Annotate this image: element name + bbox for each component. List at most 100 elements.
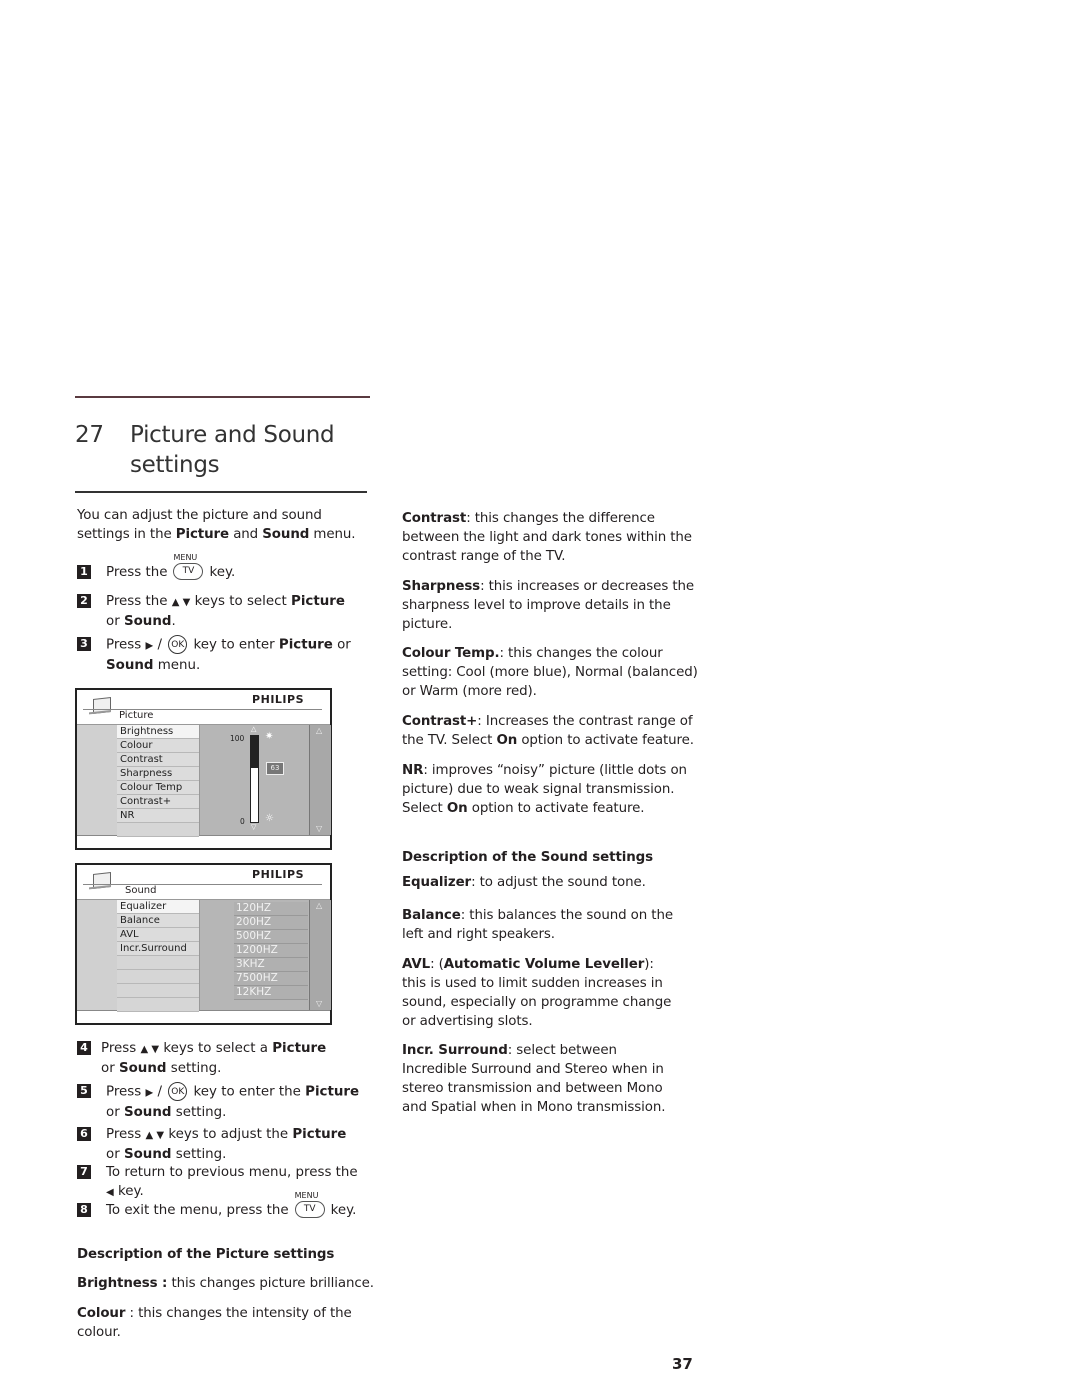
step-number-badge: 6 [77, 1127, 91, 1141]
slider-min-label: 0 [240, 817, 245, 826]
eq-band[interactable]: 3KHZ [234, 958, 308, 972]
intro-bold-sound: Sound [262, 527, 310, 542]
step-text: Press [106, 1127, 142, 1142]
step-text: or [106, 614, 124, 629]
chapter-title: Picture and Sound settings [130, 422, 335, 478]
desc-incr-surround: Incr. Surround: select between Incredibl… [402, 1041, 672, 1117]
heading-text: Description of the Picture settings [77, 1247, 335, 1262]
menu-item-contrast[interactable]: Contrast [117, 753, 199, 767]
menu-item-empty [117, 956, 199, 970]
slider-max-label: 100 [230, 734, 245, 743]
step-text: or [106, 1147, 124, 1162]
definition: option to activate feature. [467, 801, 645, 816]
menu-item-empty [117, 823, 199, 837]
up-down-arrows-icon: ▲ ▼ [140, 1044, 160, 1055]
step-text: or [106, 1104, 124, 1120]
equalizer-pane: 120HZ 200HZ 500HZ 1200HZ 3KHZ 7500HZ 12K… [199, 900, 310, 1010]
term: AVL [402, 957, 431, 972]
step-bold: Sound [123, 1104, 172, 1120]
definition: this changes picture brilliance. [167, 1276, 374, 1291]
right-arrow-icon: ▶ [145, 640, 154, 652]
term: Contrast [402, 511, 467, 526]
term: Colour [77, 1306, 126, 1321]
desc-avl: AVL: (Automatic Volume Leveller): this i… [402, 955, 674, 1031]
term: Incr. Surround [402, 1043, 508, 1058]
step-number-badge: 4 [77, 1041, 91, 1055]
step-text: Press [106, 637, 142, 653]
menu-item-equalizer[interactable]: Equalizer [117, 900, 199, 914]
picture-menu-screen: PHILIPS Picture Brightness Colour Contra… [75, 688, 332, 850]
intro-text: and [229, 527, 263, 542]
menu-item-colour-temp[interactable]: Colour Temp [117, 781, 199, 795]
philips-logo: PHILIPS [252, 868, 304, 881]
scroll-up-icon[interactable]: △ [316, 901, 322, 910]
menu-item-nr[interactable]: NR [117, 809, 199, 823]
sound-desc-heading: Description of the Sound settings [402, 848, 702, 867]
scroll-down-icon[interactable]: ▽ [316, 824, 322, 833]
step-text: key to enter [193, 637, 279, 653]
brightness-slider[interactable] [250, 735, 259, 823]
step-text: menu. [153, 657, 201, 673]
term: Balance [402, 908, 461, 923]
step-text: To exit the menu, press the [106, 1203, 289, 1218]
eq-band[interactable]: 12KHZ [234, 986, 308, 1000]
step-text: setting. [171, 1104, 227, 1120]
up-down-arrows-icon: ▲ ▼ [145, 1130, 165, 1141]
heading-text: Description of the Sound settings [402, 850, 654, 865]
menu-item-colour[interactable]: Colour [117, 739, 199, 753]
step-text: or [101, 1061, 119, 1076]
term: Automatic Volume Leveller [443, 957, 645, 972]
sound-menu-screen: PHILIPS Sound Equalizer Balance AVL Incr… [75, 863, 332, 1025]
term: On [496, 733, 518, 748]
step-text: To return to previous menu, press the [106, 1165, 358, 1180]
slider-down-arrow-icon[interactable]: ▽ [251, 823, 256, 831]
definition: option to activate feature. [517, 733, 694, 748]
menu-item-sharpness[interactable]: Sharpness [117, 767, 199, 781]
step-bold: Picture [305, 1084, 360, 1100]
bottom-rule [75, 491, 367, 493]
intro-paragraph: You can adjust the picture and sound set… [77, 506, 377, 544]
tv-key-label: TV [173, 563, 204, 580]
step-number-badge: 3 [77, 637, 91, 651]
menu-item-balance[interactable]: Balance [117, 914, 199, 928]
slider-remaining [251, 736, 258, 768]
menu-item-avl[interactable]: AVL [117, 928, 199, 942]
menu-item-list: Equalizer Balance AVL Incr.Surround [117, 900, 199, 1012]
menu-body: Equalizer Balance AVL Incr.Surround 120H… [77, 899, 331, 1012]
picture-desc-heading: Description of the Picture settings [77, 1245, 377, 1264]
term: Colour Temp. [402, 646, 500, 661]
desc-equalizer: Equalizer: to adjust the sound tone. [402, 873, 702, 892]
menu-item-incr-surround[interactable]: Incr.Surround [117, 942, 199, 956]
desc-contrast: Contrast: this changes the difference be… [402, 509, 697, 566]
desc-balance: Balance: this balances the sound on the … [402, 906, 697, 944]
scroll-down-icon[interactable]: ▽ [316, 999, 322, 1008]
desc-colour: Colour : this changes the intensity of t… [77, 1304, 362, 1342]
menu-item-brightness[interactable]: Brightness [117, 725, 199, 739]
intro-text: menu. [309, 527, 356, 542]
scrollbar[interactable]: △ ▽ [309, 725, 331, 835]
step-text: Press [106, 1084, 142, 1100]
header-divider [83, 884, 322, 885]
scrollbar[interactable]: △ ▽ [309, 900, 331, 1010]
term: NR [402, 763, 424, 778]
step-bold: Picture [272, 1041, 327, 1056]
eq-band[interactable]: 120HZ [234, 902, 308, 916]
term: Equalizer [402, 875, 472, 890]
step-bold: Picture [291, 594, 345, 609]
menu-tv-key-icon: MENU TV [293, 1191, 327, 1219]
eq-band[interactable]: 7500HZ [234, 972, 308, 986]
ok-key-icon: OK [168, 1082, 188, 1101]
menu-item-contrast-plus[interactable]: Contrast+ [117, 795, 199, 809]
step-text: or [332, 637, 351, 653]
eq-band[interactable]: 200HZ [234, 916, 308, 930]
slider-up-arrow-icon[interactable]: △ [251, 725, 256, 733]
bright-sun-icon: ✷ [265, 731, 274, 742]
step-bold: Sound [123, 1147, 172, 1162]
page-number: 37 [672, 1355, 693, 1373]
eq-band[interactable]: 1200HZ [234, 944, 308, 958]
scroll-up-icon[interactable]: △ [316, 726, 322, 735]
step-text: key to enter the [193, 1084, 306, 1100]
desc-contrast-plus: Contrast+: Increases the contrast range … [402, 712, 702, 750]
step-bold: Sound [118, 1061, 167, 1076]
eq-band[interactable]: 500HZ [234, 930, 308, 944]
